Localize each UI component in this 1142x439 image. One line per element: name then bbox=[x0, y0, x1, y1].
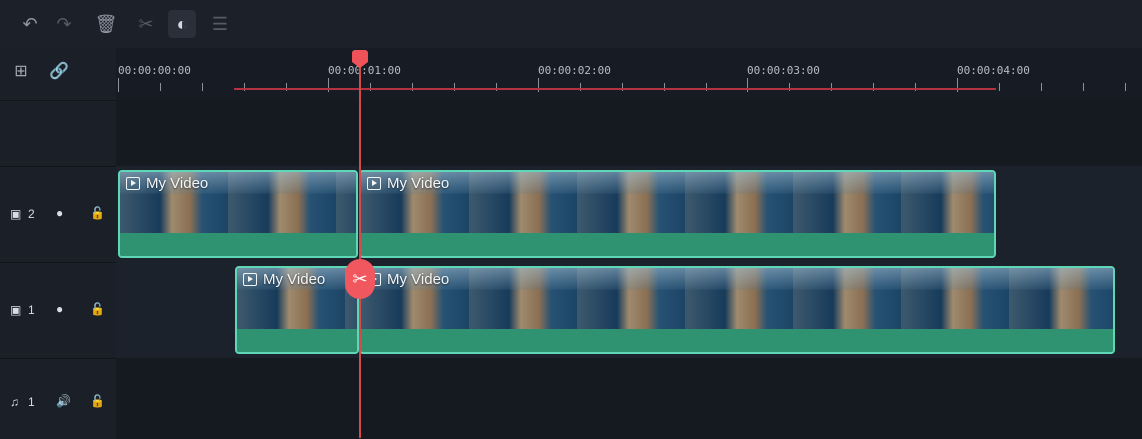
minor-tick bbox=[160, 83, 161, 91]
major-tick bbox=[118, 78, 119, 92]
video-track-1-head: ▣ 1 ● 🔓 bbox=[0, 262, 116, 359]
video-track-icon: ▣ bbox=[10, 303, 22, 317]
lock-icon[interactable]: 🔓 bbox=[90, 206, 105, 220]
adjust-icon[interactable]: ☰ bbox=[206, 10, 234, 38]
playhead-handle[interactable] bbox=[352, 50, 368, 68]
speaker-icon[interactable]: 🔊 bbox=[56, 394, 71, 408]
minor-tick bbox=[202, 83, 203, 91]
clip-audio-waveform bbox=[237, 329, 357, 352]
empty-track-head bbox=[0, 100, 116, 167]
add-track-icon[interactable]: ⊞ bbox=[10, 60, 32, 82]
audio-track-1-head: ♫ 1 🔊 🔓 bbox=[0, 358, 116, 439]
minor-tick bbox=[1125, 83, 1126, 91]
play-icon bbox=[126, 177, 140, 190]
video-track-icon: ▣ bbox=[10, 207, 22, 221]
empty-lane bbox=[116, 100, 1142, 166]
video-clip[interactable]: My Video bbox=[118, 170, 358, 258]
video-track-2-index: 2 bbox=[28, 207, 35, 221]
clip-title: My Video bbox=[387, 271, 450, 288]
minor-tick bbox=[1041, 83, 1042, 91]
clip-label: My Video bbox=[243, 271, 325, 288]
timeline-toolbar: ↶ ↷ 🗑 ✂ ◐ ☰ bbox=[0, 0, 1142, 48]
color-icon[interactable]: ◐ bbox=[168, 10, 196, 38]
clip-title: My Video bbox=[146, 175, 209, 192]
timeline-header-controls: ⊞ 🔗 bbox=[0, 48, 116, 100]
video-clip[interactable]: My Video bbox=[359, 266, 1115, 354]
eye-icon[interactable]: ● bbox=[56, 302, 63, 316]
play-icon bbox=[367, 177, 381, 190]
video-clip[interactable]: My Video bbox=[359, 170, 996, 258]
clip-audio-waveform bbox=[120, 233, 356, 256]
lock-icon[interactable]: 🔓 bbox=[90, 394, 105, 408]
redo-icon[interactable]: ↷ bbox=[50, 10, 78, 38]
split-scissors-icon[interactable]: ✂ bbox=[345, 259, 375, 299]
timeline-range-bar[interactable] bbox=[234, 88, 996, 90]
minor-tick bbox=[999, 83, 1000, 91]
clip-title: My Video bbox=[263, 271, 326, 288]
lock-icon[interactable]: 🔓 bbox=[90, 302, 105, 316]
ruler-label-0: 00:00:00:00 bbox=[118, 64, 191, 77]
audio-track-icon: ♫ bbox=[10, 395, 19, 409]
clip-audio-waveform bbox=[361, 233, 994, 256]
timeline-ruler[interactable]: 00:00:00:00 00:00:01:00 00:00:02:00 00:0… bbox=[116, 48, 1142, 100]
ruler-label-4: 00:00:04:00 bbox=[957, 64, 1030, 77]
ruler-label-3: 00:00:03:00 bbox=[747, 64, 820, 77]
audio-track-1-index: 1 bbox=[28, 395, 35, 409]
clip-audio-waveform bbox=[361, 329, 1113, 352]
delete-icon[interactable]: 🗑 bbox=[92, 10, 120, 38]
cut-icon[interactable]: ✂ bbox=[132, 10, 160, 38]
video-clip[interactable]: My Video bbox=[235, 266, 359, 354]
video-track-1-index: 1 bbox=[28, 303, 35, 317]
clip-label: My Video bbox=[367, 271, 449, 288]
ruler-label-2: 00:00:02:00 bbox=[538, 64, 611, 77]
play-icon bbox=[243, 273, 257, 286]
minor-tick bbox=[1083, 83, 1084, 91]
eye-icon[interactable]: ● bbox=[56, 206, 63, 220]
undo-icon[interactable]: ↶ bbox=[16, 10, 44, 38]
video-track-2-head: ▣ 2 ● 🔓 bbox=[0, 166, 116, 263]
clip-thumbnails bbox=[361, 172, 994, 233]
clip-title: My Video bbox=[387, 175, 450, 192]
clip-label: My Video bbox=[367, 175, 449, 192]
playhead-line[interactable] bbox=[359, 58, 361, 438]
link-icon[interactable]: 🔗 bbox=[48, 60, 70, 82]
clip-thumbnails bbox=[361, 268, 1113, 329]
audio-track-1-lane[interactable] bbox=[116, 358, 1142, 438]
clip-label: My Video bbox=[126, 175, 208, 192]
